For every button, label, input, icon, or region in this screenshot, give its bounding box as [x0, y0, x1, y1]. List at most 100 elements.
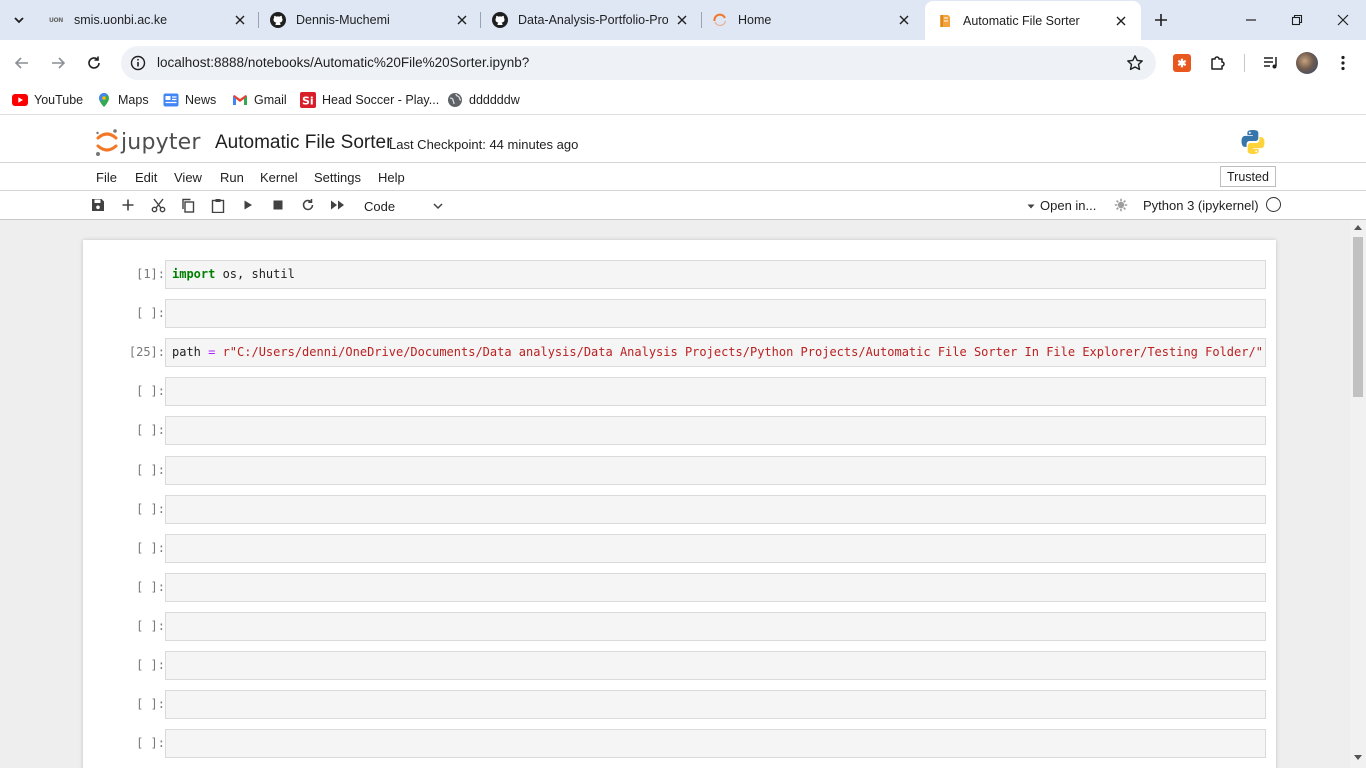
tab-label: smis.uonbi.ac.ke — [74, 13, 168, 27]
code-editor[interactable]: path = r"C:/Users/denni/OneDrive/Documen… — [165, 338, 1266, 367]
menu-edit[interactable]: Edit — [135, 170, 157, 185]
code-editor[interactable]: import os, shutil — [165, 260, 1266, 289]
extensions-puzzle-icon[interactable] — [1207, 52, 1229, 74]
execution-count: [ ]: — [136, 502, 165, 516]
execution-count: [25]: — [128, 345, 165, 359]
close-icon[interactable] — [1113, 13, 1129, 29]
code-cell[interactable]: [ ]: — [83, 416, 1276, 445]
notebook-toolbar: Code Open in... Python 3 (ipykernel) — [0, 191, 1366, 220]
code-cell[interactable]: [ ]: — [83, 495, 1276, 524]
code-editor[interactable] — [165, 456, 1266, 485]
reload-button[interactable] — [80, 49, 108, 77]
bookmark-ddddddw[interactable]: ddddddw — [447, 91, 520, 109]
url-text[interactable]: localhost:8888/notebooks/Automatic%20Fil… — [157, 55, 529, 70]
code-cell[interactable]: [ ]: — [83, 456, 1276, 485]
execution-count: [ ]: — [136, 306, 165, 320]
code-cell[interactable]: [ ]: — [83, 612, 1276, 641]
cell-type-select[interactable]: Code — [364, 197, 444, 215]
stop-icon[interactable] — [270, 197, 286, 213]
bookmarks-bar: YouTube Maps News Gmail Si Head Soccer -… — [0, 86, 1366, 114]
run-icon[interactable] — [240, 197, 256, 213]
close-icon[interactable] — [896, 12, 912, 28]
bookmark-head-soccer[interactable]: Si Head Soccer - Play... — [300, 91, 439, 109]
minimize-button[interactable] — [1228, 0, 1274, 40]
restart-icon[interactable] — [300, 197, 316, 213]
tab-divider — [701, 12, 702, 28]
bookmark-star-icon[interactable] — [1126, 54, 1144, 72]
close-icon — [1337, 14, 1349, 26]
code-editor[interactable] — [165, 377, 1266, 406]
jupyter-wordmark: jupyter — [121, 129, 201, 155]
code-editor[interactable] — [165, 729, 1266, 758]
scroll-down-icon[interactable] — [1354, 755, 1362, 760]
new-tab-button[interactable] — [1148, 7, 1174, 33]
tab-automatic-file-sorter[interactable]: Automatic File Sorter — [925, 1, 1141, 40]
site-info-icon[interactable] — [129, 54, 147, 72]
bookmark-label: ddddddw — [469, 93, 520, 107]
open-in-menu[interactable]: Open in... — [1026, 198, 1096, 213]
code-cell[interactable]: [ ]: — [83, 690, 1276, 719]
code-cell[interactable]: [25]: path = r"C:/Users/denni/OneDrive/Do… — [83, 338, 1276, 367]
code-cell[interactable]: [ ]: — [83, 729, 1276, 758]
bookmark-youtube[interactable]: YouTube — [12, 91, 83, 109]
chrome-menu-icon[interactable] — [1332, 52, 1354, 74]
forward-button[interactable] — [44, 49, 72, 77]
code-editor[interactable] — [165, 651, 1266, 680]
tab-dennis-muchemi[interactable]: Dennis-Muchemi — [270, 6, 470, 34]
close-window-button[interactable] — [1320, 0, 1366, 40]
scroll-up-icon[interactable] — [1354, 225, 1362, 230]
bookmark-gmail[interactable]: Gmail — [232, 91, 287, 109]
jupyter-logo[interactable]: jupyter — [95, 127, 201, 157]
code-editor[interactable] — [165, 690, 1266, 719]
code-editor[interactable] — [165, 534, 1266, 563]
restart-run-all-icon[interactable] — [330, 197, 346, 213]
notebook-title[interactable]: Automatic File Sorter — [215, 132, 392, 154]
code-cell[interactable]: [ ]: — [83, 299, 1276, 328]
notebook-scrollbar[interactable] — [1350, 220, 1366, 768]
python-logo-icon — [1240, 129, 1266, 158]
address-bar[interactable]: localhost:8888/notebooks/Automatic%20Fil… — [121, 46, 1156, 80]
extension-red-icon[interactable]: ✱ — [1171, 52, 1193, 74]
close-icon[interactable] — [454, 12, 470, 28]
media-control-icon[interactable] — [1260, 52, 1282, 74]
code-editor[interactable] — [165, 612, 1266, 641]
close-icon[interactable] — [232, 12, 248, 28]
menu-settings[interactable]: Settings — [314, 170, 361, 185]
code-editor[interactable] — [165, 573, 1266, 602]
tab-home[interactable]: Home — [712, 6, 912, 34]
bookmark-maps[interactable]: Maps — [96, 91, 149, 109]
code-cell[interactable]: [ ]: — [83, 534, 1276, 563]
tab-smis[interactable]: UON smis.uonbi.ac.ke — [48, 6, 248, 34]
menu-help[interactable]: Help — [378, 170, 405, 185]
menu-kernel[interactable]: Kernel — [260, 170, 298, 185]
kernel-settings-icon[interactable] — [1114, 198, 1128, 215]
menu-view[interactable]: View — [174, 170, 202, 185]
code-cell[interactable]: [ ]: — [83, 573, 1276, 602]
menu-run[interactable]: Run — [220, 170, 244, 185]
tab-search-button[interactable] — [6, 7, 32, 33]
save-icon[interactable] — [90, 197, 106, 213]
scrollbar-thumb[interactable] — [1353, 237, 1363, 397]
close-icon[interactable] — [674, 12, 690, 28]
code-editor[interactable] — [165, 495, 1266, 524]
back-button[interactable] — [8, 49, 36, 77]
copy-icon[interactable] — [180, 197, 196, 213]
bookmark-news[interactable]: News — [163, 91, 216, 109]
code-cell[interactable]: [ ]: — [83, 651, 1276, 680]
arrow-left-icon — [14, 57, 28, 69]
kernel-name[interactable]: Python 3 (ipykernel) — [1143, 198, 1259, 213]
restore-button[interactable] — [1274, 0, 1320, 40]
profile-avatar[interactable] — [1296, 52, 1318, 74]
chevron-down-icon — [433, 203, 443, 210]
tab-data-analysis-portfolio[interactable]: Data-Analysis-Portfolio-Proj — [492, 6, 690, 34]
trusted-indicator[interactable]: Trusted — [1220, 166, 1276, 187]
code-editor[interactable] — [165, 299, 1266, 328]
insert-cell-icon[interactable] — [120, 197, 136, 213]
jupyter-header: jupyter Automatic File Sorter Last Check… — [0, 114, 1366, 162]
cut-icon[interactable] — [150, 197, 166, 213]
menu-file[interactable]: File — [96, 170, 117, 185]
code-cell[interactable]: [ ]: — [83, 377, 1276, 406]
code-editor[interactable] — [165, 416, 1266, 445]
code-cell[interactable]: [1]: import os, shutil — [83, 260, 1276, 289]
paste-icon[interactable] — [210, 197, 226, 213]
